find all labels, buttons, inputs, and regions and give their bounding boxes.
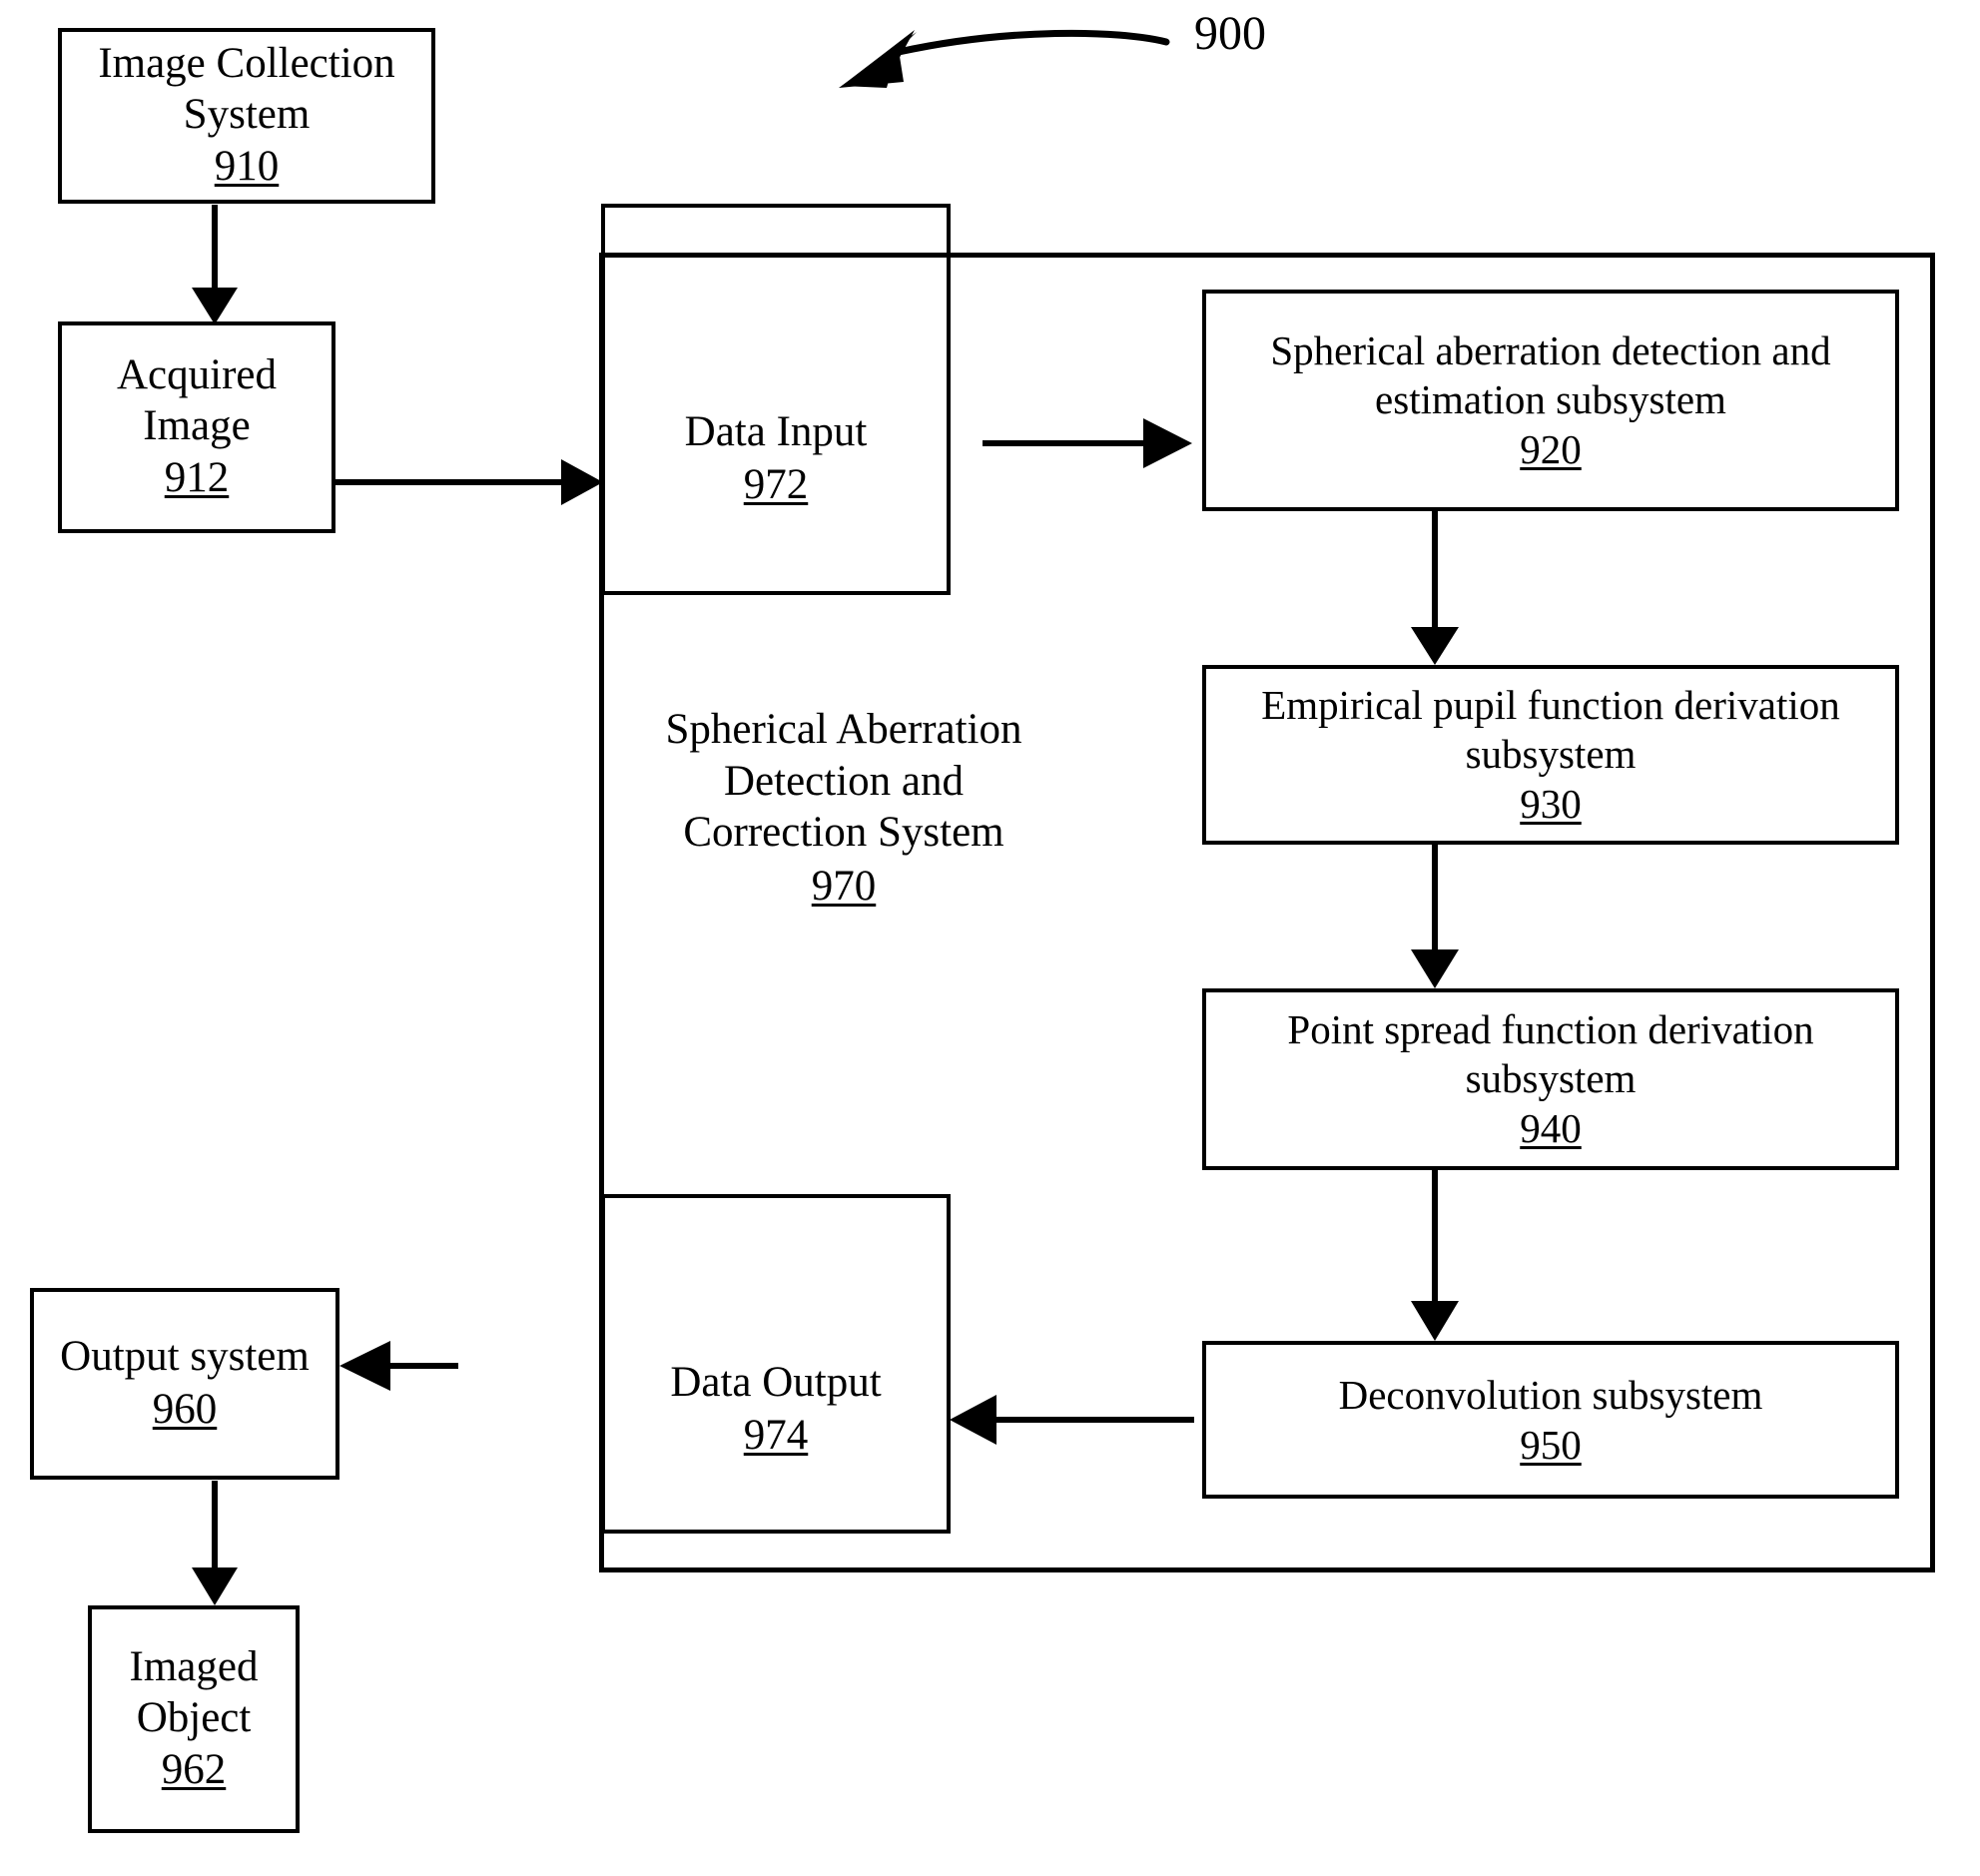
box-imaged-object: Imaged Object 962 xyxy=(88,1605,300,1833)
box-acquired-image-ref: 912 xyxy=(164,454,230,502)
box-data-input-ref: 972 xyxy=(743,461,809,508)
patent-figure-900: 900 Image Collection System 910 Acquired… xyxy=(0,0,1980,1876)
box-imaged-object-title: Imaged Object xyxy=(129,1642,259,1741)
box-output-system-title: Output system xyxy=(60,1333,310,1381)
system-container-title-line-2: Detection and xyxy=(724,757,964,805)
system-container-label: Spherical Aberration Detection and Corre… xyxy=(609,704,1078,912)
box-data-output-title: Data Output xyxy=(670,1359,882,1407)
box-spherical-aberration-detection-subsystem-ref: 920 xyxy=(1520,426,1582,473)
box-image-collection-system-ref: 910 xyxy=(214,143,280,191)
box-empirical-pupil-function-subsystem-ref: 930 xyxy=(1520,781,1582,828)
box-point-spread-function-subsystem: Point spread function derivation subsyst… xyxy=(1202,988,1899,1170)
box-data-output: Data Output 974 xyxy=(601,1194,951,1534)
arrow-data-output-to-output-system xyxy=(339,1341,458,1391)
box-acquired-image-title: Acquired Image xyxy=(117,350,277,449)
box-imaged-object-ref: 962 xyxy=(161,1746,227,1794)
box-point-spread-function-subsystem-ref: 940 xyxy=(1520,1105,1582,1152)
box-output-system: Output system 960 xyxy=(30,1288,339,1480)
box-spherical-aberration-detection-subsystem-title: Spherical aberration detection and estim… xyxy=(1270,327,1831,422)
arrow-image-collection-to-acquired-image xyxy=(192,205,238,324)
arrow-output-system-to-imaged-object xyxy=(192,1481,238,1605)
figure-number-label: 900 xyxy=(1194,7,1266,60)
arrow-acquired-image-to-data-input xyxy=(335,459,603,505)
system-container-title-line-3: Correction System xyxy=(683,809,1004,857)
box-data-output-ref: 974 xyxy=(743,1412,809,1459)
box-acquired-image: Acquired Image 912 xyxy=(58,321,335,533)
figure-callout-arrow-icon xyxy=(839,29,1170,88)
box-point-spread-function-subsystem-title: Point spread function derivation subsyst… xyxy=(1287,1006,1814,1101)
box-empirical-pupil-function-subsystem: Empirical pupil function derivation subs… xyxy=(1202,665,1899,845)
box-data-input: Data Input 972 xyxy=(601,204,951,595)
box-output-system-ref: 960 xyxy=(152,1386,218,1433)
box-spherical-aberration-detection-subsystem: Spherical aberration detection and estim… xyxy=(1202,290,1899,511)
box-deconvolution-subsystem-ref: 950 xyxy=(1520,1422,1582,1468)
system-container-title-line-1: Spherical Aberration xyxy=(665,706,1022,753)
box-data-input-title: Data Input xyxy=(684,408,868,456)
box-image-collection-system: Image Collection System 910 xyxy=(58,28,435,204)
system-container-ref: 970 xyxy=(811,862,877,910)
box-image-collection-system-title: Image Collection System xyxy=(98,39,395,138)
box-deconvolution-subsystem: Deconvolution subsystem 950 xyxy=(1202,1341,1899,1499)
box-deconvolution-subsystem-title: Deconvolution subsystem xyxy=(1338,1371,1763,1418)
box-empirical-pupil-function-subsystem-title: Empirical pupil function derivation subs… xyxy=(1261,682,1840,777)
